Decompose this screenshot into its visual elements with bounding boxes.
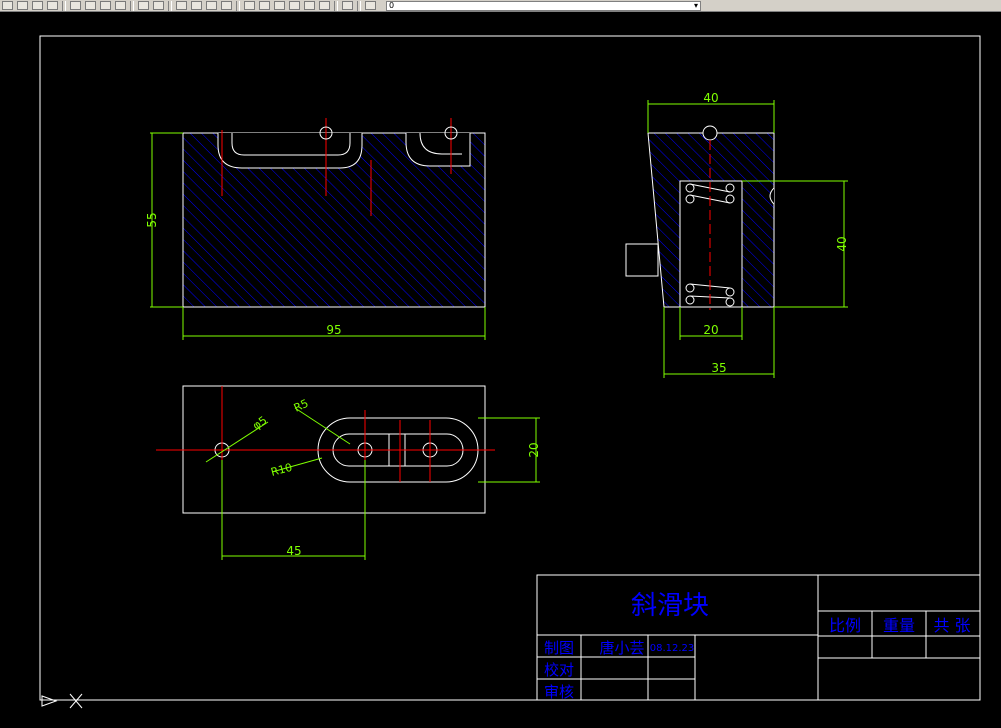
undo-icon[interactable] (138, 1, 149, 10)
help-icon[interactable] (342, 1, 353, 10)
paste-icon[interactable] (100, 1, 111, 10)
preview-icon[interactable] (47, 1, 58, 10)
drawn-date: 08.12.23 (650, 643, 695, 654)
designcenter-icon[interactable] (259, 1, 270, 10)
dim-side-top: 40 (703, 91, 718, 105)
zoom-previous-icon[interactable] (221, 1, 232, 10)
dim-front-width: 95 (326, 323, 341, 337)
side-view (625, 100, 848, 378)
copy-icon[interactable] (85, 1, 96, 10)
cut-icon[interactable] (70, 1, 81, 10)
dim-side-inner: 20 (703, 323, 718, 337)
toolbar-separator (334, 0, 338, 11)
chevron-down-icon[interactable]: ▾ (694, 1, 698, 10)
ucs-icon (41, 693, 83, 709)
toolbar-separator (357, 0, 361, 11)
weight-label: 重量 (883, 616, 915, 635)
print-icon[interactable] (32, 1, 43, 10)
sheets-label: 共 张 (933, 616, 970, 635)
standard-toolbar: 0 ▾ (0, 0, 1001, 12)
markup-icon[interactable] (304, 1, 315, 10)
matchprop-icon[interactable] (115, 1, 126, 10)
toolpalettes-icon[interactable] (274, 1, 285, 10)
toolbar-separator (168, 0, 172, 11)
save-icon[interactable] (17, 1, 28, 10)
approved-label: 审核 (544, 683, 574, 701)
top-view (156, 385, 540, 560)
toolbar-separator (130, 0, 134, 11)
zoom-window-icon[interactable] (206, 1, 217, 10)
sheetset-icon[interactable] (289, 1, 300, 10)
dim-diameter-5: φ5 (250, 414, 269, 433)
dim-radius-10: R10 (269, 461, 293, 479)
title-block (536, 574, 981, 701)
part-name: 斜滑块 (631, 591, 709, 621)
dim-top-distance: 45 (286, 544, 301, 558)
drawn-by: 唐小芸 (599, 639, 644, 657)
toolbar-separator (62, 0, 66, 11)
layer-value: 0 (389, 0, 395, 10)
zoom-realtime-icon[interactable] (191, 1, 202, 10)
drawn-label: 制图 (544, 639, 574, 657)
checked-label: 校对 (544, 661, 574, 679)
scale-label: 比例 (829, 616, 861, 635)
front-view (150, 118, 486, 340)
drawing-border (39, 35, 981, 701)
layer-manager-icon[interactable] (365, 1, 376, 10)
redo-icon[interactable] (153, 1, 164, 10)
dim-side-bottom: 35 (711, 361, 726, 375)
front-slot (217, 133, 363, 169)
dim-radius-5: R5 (292, 397, 311, 415)
dim-front-height: 55 (145, 212, 159, 227)
layer-dropdown[interactable]: 0 ▾ (386, 0, 701, 11)
properties-icon[interactable] (244, 1, 255, 10)
dim-side-right: 40 (835, 236, 849, 251)
calculator-icon[interactable] (319, 1, 330, 10)
front-hole (405, 133, 471, 167)
dim-top-height: 20 (527, 442, 541, 457)
side-view-cavity (679, 180, 743, 308)
status-strip (0, 724, 1001, 728)
toolbar-separator (236, 0, 240, 11)
drawing-canvas[interactable]: 55 95 40 40 20 35 φ5 R5 R10 20 45 斜滑块 比例… (0, 12, 1001, 724)
open-icon[interactable] (2, 1, 13, 10)
pan-icon[interactable] (176, 1, 187, 10)
